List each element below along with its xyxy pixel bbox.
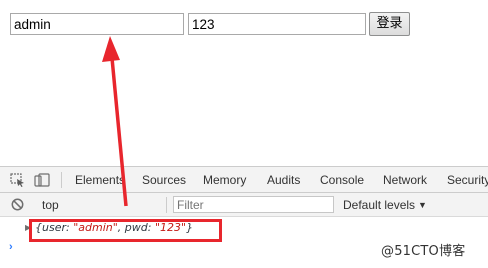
page-content: 登录 [0,0,488,166]
toolbar-divider [166,197,167,213]
password-input[interactable] [188,13,366,35]
log-levels-label: Default levels [343,198,416,212]
username-input[interactable] [10,13,184,35]
log-levels-dropdown[interactable]: Default levels ▼ [343,197,427,214]
tab-console[interactable]: Console [320,167,364,193]
login-button[interactable]: 登录 [369,12,410,36]
filter-input[interactable] [173,196,334,213]
tab-elements[interactable]: Elements [75,167,125,193]
annotation-highlight-box [29,219,222,242]
tab-security[interactable]: Security [447,167,488,193]
watermark: @51CTO博客 [381,244,466,259]
inspect-element-icon[interactable] [10,173,26,187]
device-toolbar-icon[interactable] [34,173,50,187]
console-toolbar: top Default levels▼ [0,193,488,217]
console-prompt-icon[interactable]: › [9,241,13,253]
tab-network[interactable]: Network [383,167,427,193]
chevron-down-icon: ▼ [418,200,427,210]
devtools-tab-bar: Elements Sources Memory Audits Console N… [0,166,488,193]
tab-memory[interactable]: Memory [203,167,246,193]
tab-separator [61,172,62,188]
tab-sources[interactable]: Sources [142,167,186,193]
tab-audits[interactable]: Audits [267,167,300,193]
context-selector[interactable]: top [42,197,59,213]
clear-console-icon[interactable] [11,198,24,211]
